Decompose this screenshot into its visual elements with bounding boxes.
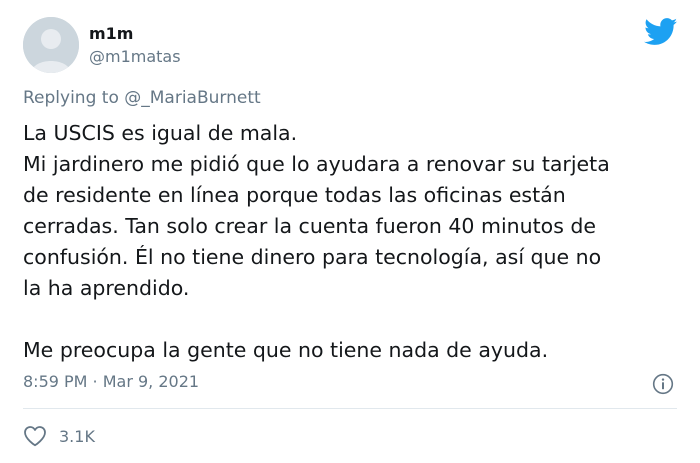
- tweet-line: La USCIS es igual de mala.: [23, 121, 298, 145]
- replying-label: Replying to: [23, 88, 119, 108]
- tweet-line: de residente en línea porque todas las o…: [23, 183, 566, 207]
- tweet-line: Mi jardinero me pidió que lo ayudara a r…: [23, 152, 610, 176]
- tweet-line: la ha aprendido.: [23, 276, 190, 300]
- avatar[interactable]: [23, 17, 79, 73]
- tweet-line: Me preocupa la gente que no tiene nada d…: [23, 338, 549, 362]
- default-avatar-icon: [23, 17, 79, 73]
- reply-mention-link[interactable]: @_MariaBurnett: [124, 88, 260, 108]
- info-icon[interactable]: [652, 373, 674, 395]
- tweet-card: m1m @m1matas Replying to @_MariaBurnett …: [0, 0, 700, 463]
- tweet-line: cerradas. Tan solo crear la cuenta fuero…: [23, 214, 597, 238]
- author-name[interactable]: m1m: [89, 24, 133, 43]
- heart-icon[interactable]: [23, 425, 47, 447]
- like-button[interactable]: 3.1K: [23, 425, 95, 447]
- tweet-timestamp[interactable]: 8:59 PM · Mar 9, 2021: [23, 372, 199, 391]
- divider: [23, 408, 677, 409]
- tweet-text: La USCIS es igual de mala. Mi jardinero …: [23, 118, 683, 366]
- like-count: 3.1K: [59, 426, 95, 446]
- author-handle[interactable]: @m1matas: [89, 47, 181, 66]
- tweet-line: confusión. Él no tiene dinero para tecno…: [23, 245, 602, 269]
- twitter-bird-icon[interactable]: [644, 18, 678, 46]
- replying-to: Replying to @_MariaBurnett: [23, 88, 261, 108]
